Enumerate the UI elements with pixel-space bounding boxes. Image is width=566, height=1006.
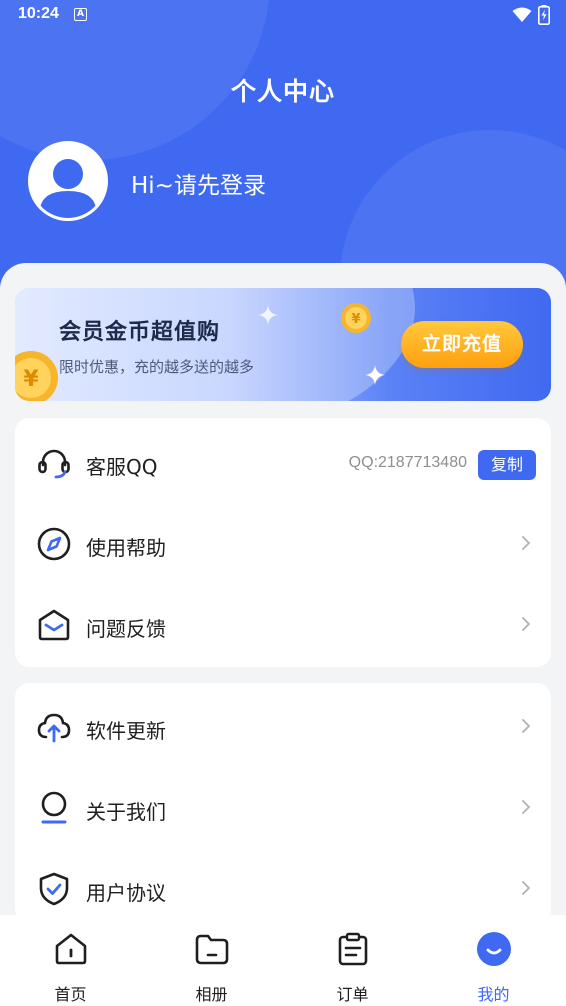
sparkle-icon [258, 305, 278, 325]
menu-item-label: 用户协议 [86, 881, 166, 905]
menu-card-about: 软件更新 关于我们 用户协议 [15, 683, 551, 923]
promo-subtitle: 限时优惠，充的越多送的越多 [59, 358, 255, 376]
coin-symbol: ¥ [351, 312, 360, 327]
wifi-icon [512, 7, 532, 22]
tab-label: 相册 [195, 985, 228, 1004]
person-icon [41, 791, 67, 824]
folder-icon [195, 934, 229, 965]
tab-album[interactable]: 相册 [141, 915, 282, 1006]
mail-icon [38, 609, 70, 641]
menu-item-label: 软件更新 [86, 719, 166, 743]
sparkle-icon [365, 365, 385, 385]
home-icon [55, 933, 87, 965]
menu-item-about-us[interactable]: 关于我们 [15, 767, 551, 848]
login-prompt[interactable]: Hi~请先登录 [131, 166, 266, 200]
notification-a-icon: A [74, 8, 87, 21]
menu-card-support: 客服QQ QQ:2187713480 复制 使用帮助 问题反馈 [15, 418, 551, 667]
shield-check-icon [39, 872, 69, 906]
menu-item-software-update[interactable]: 软件更新 [15, 686, 551, 767]
coin-icon: ¥ [341, 303, 371, 333]
tab-home[interactable]: 首页 [0, 915, 141, 1006]
tab-label: 我的 [477, 985, 510, 1004]
status-time: 10:24 [18, 5, 59, 22]
menu-item-feedback[interactable]: 问题反馈 [15, 584, 551, 665]
clipboard-icon [338, 932, 368, 966]
header: 10:24 A 个人中心 Hi~请先登录 [0, 0, 566, 300]
qq-number: QQ:2187713480 [348, 454, 467, 471]
chevron-right-icon [522, 719, 530, 733]
promo-banner[interactable]: ¥ ¥ 会员金币超值购 限时优惠，充的越多送的越多 立即充值 [15, 288, 551, 401]
chevron-right-icon [522, 617, 530, 631]
battery-icon [538, 5, 550, 25]
coin-symbol: ¥ [23, 367, 39, 392]
recharge-button[interactable]: 立即充值 [401, 321, 523, 368]
chevron-right-icon [522, 536, 530, 550]
tab-orders[interactable]: 订单 [282, 915, 423, 1006]
coin-icon: ¥ [15, 351, 58, 401]
copy-button[interactable]: 复制 [478, 450, 536, 480]
user-silhouette-icon [31, 144, 105, 218]
menu-item-label: 使用帮助 [86, 536, 166, 560]
tab-mine[interactable]: 我的 [423, 915, 564, 1006]
menu-item-customer-service[interactable]: 客服QQ QQ:2187713480 复制 [15, 422, 551, 503]
headset-icon [38, 449, 70, 479]
chevron-right-icon [522, 800, 530, 814]
tab-label: 订单 [336, 985, 369, 1004]
smile-icon [477, 932, 511, 966]
tab-label: 首页 [54, 985, 87, 1004]
compass-icon [37, 527, 71, 561]
chevron-right-icon [522, 881, 530, 895]
menu-item-label: 客服QQ [86, 455, 158, 479]
avatar[interactable] [28, 141, 108, 221]
menu-item-label: 关于我们 [86, 800, 166, 824]
menu-item-label: 问题反馈 [86, 617, 166, 641]
promo-title: 会员金币超值购 [59, 320, 221, 345]
menu-item-help[interactable]: 使用帮助 [15, 503, 551, 584]
cloud-upload-icon [37, 713, 71, 743]
bottom-tabbar: 首页 相册 订单 我的 [0, 915, 566, 1006]
status-bar: 10:24 A [0, 0, 566, 30]
page-title: 个人中心 [230, 77, 335, 106]
